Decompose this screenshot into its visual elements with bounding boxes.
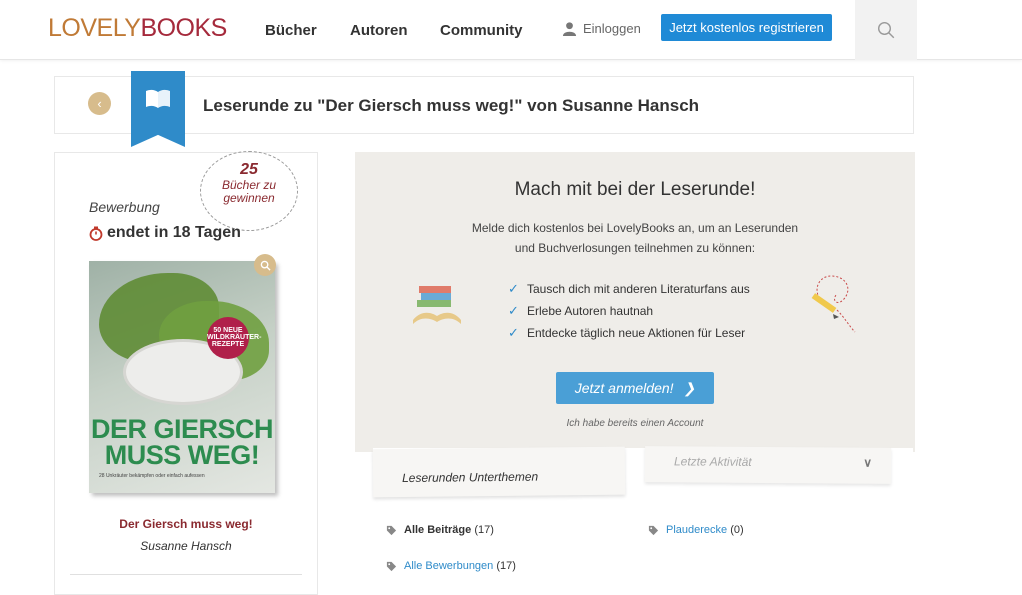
book-title-link[interactable]: Der Giersch muss weg! [55,517,317,531]
signup-promo-box: Mach mit bei der Leserunde! Melde dich k… [355,152,915,452]
page-title-bar: ‹ Leserunde zu "Der Giersch muss weg!" v… [54,71,914,147]
logo-part-lovely: LOVELY [48,14,141,42]
magnifier-icon [260,260,271,271]
open-book-icon [146,89,170,108]
user-icon [562,22,577,36]
benefit-item: ✓ Tausch dich mit anderen Literaturfans a… [508,278,750,300]
promo-text-line1: Melde dich kostenlos bei LovelyBooks an,… [471,221,799,235]
cta-label: Jetzt anmelden! [574,380,674,396]
cover-title-line1: DER GIERSCH [90,414,274,444]
subtopics-panel: Leserunden Unterthemen Letzte Aktivität … [372,446,913,595]
benefit-label: Erlebe Autoren hautnah [527,304,654,318]
nav-community[interactable]: Community [440,22,523,39]
deadline-text: endet in 18 Tagen [89,224,241,242]
cover-subtitle: 28 Unkräuter bekämpfen oder einfach aufe… [99,473,205,479]
deadline-label: endet in 18 Tagen [107,224,241,241]
login-link[interactable]: Einloggen [562,21,641,36]
tab-leserunden-unterthemen[interactable]: Leserunden Unterthemen [372,446,626,498]
topic-name: Alle Beiträge [404,524,472,536]
chevron-right-icon: ❯ [683,379,696,396]
check-icon: ✓ [508,303,519,318]
zoom-button[interactable] [254,254,276,276]
promo-title: Mach mit bei der Leserunde! [514,179,756,200]
logo-part-books: BOOKS [140,14,227,42]
login-label: Einloggen [583,21,641,36]
main-content: Mach mit bei der Leserunde! Melde dich k… [355,152,915,595]
benefit-item: ✓ Erlebe Autoren hautnah [508,300,750,322]
existing-account-link[interactable]: Ich habe bereits einen Account [355,418,915,429]
search-button[interactable] [855,0,917,60]
cover-title-line2: MUSS WEG! [104,440,260,470]
book-stack-icon [413,286,461,324]
tag-icon [648,525,659,535]
check-icon: ✓ [508,281,519,296]
bookmark-ribbon [131,71,185,147]
giveaway-badge: 25 Bücher zu gewinnen [200,151,298,231]
topic-count: (17) [496,560,516,572]
giveaway-text: Bücher zu gewinnen [221,178,277,205]
tag-icon [386,525,397,535]
tab-label: Leserunden Unterthemen [401,469,539,486]
benefits-list: ✓ Tausch dich mit anderen Literaturfans a… [508,278,750,344]
sort-dropdown[interactable]: Letzte Aktivität ∨ [644,446,892,484]
benefit-label: Entdecke täglich neue Aktionen für Leser [527,326,746,340]
nav-autoren[interactable]: Autoren [350,22,408,39]
check-icon: ✓ [508,325,519,340]
benefit-label: Tausch dich mit anderen Literaturfans au… [527,282,750,296]
back-button[interactable]: ‹ [88,92,111,115]
tag-icon [386,561,397,571]
chevron-down-icon: ∨ [863,455,873,470]
top-navigation-bar: LOVELYBOOKS Bücher Autoren Community Ein… [0,0,1022,60]
topic-count: (0) [730,524,744,536]
application-label: Bewerbung [89,199,160,215]
cover-recipes-badge: 50 NEUE WILDKRÄUTER-REZEPTE [207,317,261,359]
signup-cta-button[interactable]: Jetzt anmelden! ❯ [556,372,714,404]
promo-text: Melde dich kostenlos bei LovelyBooks an,… [455,218,815,258]
nav-buecher[interactable]: Bücher [265,22,317,39]
book-author-link[interactable]: Susanne Hansch [55,539,317,553]
divider [70,574,302,575]
topic-name: Plauderecke [666,524,728,536]
promo-text-line2: und Buchverlosungen teilnehmen zu können… [514,241,756,255]
search-icon [877,21,895,39]
sort-placeholder: Letzte Aktivität [673,454,752,469]
register-button[interactable]: Jetzt kostenlos registrieren [661,14,832,41]
giveaway-count: 25 [240,161,258,178]
pencil-doodle-icon [811,275,856,333]
benefit-item: ✓ Entdecke täglich neue Aktionen für Lese… [508,322,750,344]
timer-icon [89,226,103,241]
chevron-left-icon: ‹ [97,96,102,111]
book-cover-image[interactable]: 50 NEUE WILDKRÄUTER-REZEPTE DER GIERSCH … [89,261,275,493]
topic-item-alle-beitraege[interactable]: Alle Beiträge (17) [386,524,494,536]
topic-name: Alle Bewerbungen [404,560,494,572]
topic-item-plauderecke[interactable]: Plauderecke (0) [648,524,744,536]
page-title: Leserunde zu "Der Giersch muss weg!" von… [203,96,700,115]
lovelybooks-logo[interactable]: LOVELYBOOKS [48,14,227,43]
book-sidebar: 25 Bücher zu gewinnen Bewerbung endet in… [54,151,318,595]
topic-count: (17) [474,524,494,536]
topic-item-alle-bewerbungen[interactable]: Alle Bewerbungen (17) [386,560,516,572]
cover-title: DER GIERSCH MUSS WEG! [89,414,275,470]
